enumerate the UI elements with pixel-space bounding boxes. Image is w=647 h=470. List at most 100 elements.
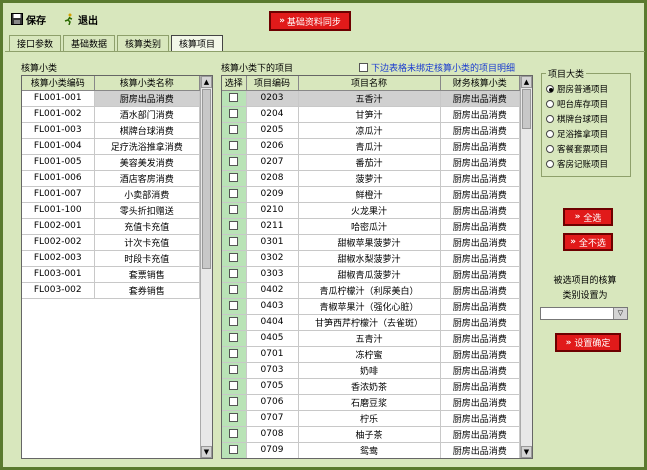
table-row[interactable]: 0402 青瓜柠檬汁（利尿美白） 厨房出品消费 [222,282,520,299]
row-checkbox[interactable] [229,349,239,358]
subcategory-code-cell[interactable]: FL002-001 [22,218,95,235]
item-name-cell[interactable]: 鲜橙汁 [298,186,441,203]
table-row[interactable]: 0209 鲜橙汁 厨房出品消费 [222,186,520,203]
row-checkbox[interactable] [229,221,239,230]
item-name-cell[interactable]: 香浓奶茶 [298,378,441,395]
table-row[interactable]: FL001-005 美容美发消费 [22,154,200,171]
subcategory-code-cell[interactable]: FL002-003 [22,250,95,267]
select-cell[interactable] [222,218,247,235]
select-cell[interactable] [222,330,247,347]
subcategory-name-cell[interactable]: 套票销售 [94,266,200,283]
table-row[interactable]: FL003-002 套券销售 [22,282,200,299]
scroll-thumb[interactable] [522,89,531,129]
item-code-cell[interactable]: 0303 [246,266,299,283]
select-cell[interactable] [222,346,247,363]
table-row[interactable]: 0403 青椒苹果汁（强化心脏） 厨房出品消费 [222,298,520,315]
item-code-cell[interactable]: 0707 [246,410,299,427]
select-cell[interactable] [222,266,247,283]
item-category-cell[interactable]: 厨房出品消费 [440,410,520,427]
tab-accounting-item[interactable]: 核算项目 [171,35,224,51]
subcategory-name-cell[interactable]: 厨房出品消费 [94,90,200,107]
item-code-cell[interactable]: 0706 [246,394,299,411]
item-name-cell[interactable]: 鸳鸯 [298,442,441,458]
select-cell[interactable] [222,106,247,123]
row-checkbox[interactable] [229,429,239,438]
row-checkbox[interactable] [229,413,239,422]
select-cell[interactable] [222,314,247,331]
item-code-cell[interactable]: 0205 [246,122,299,139]
item-name-cell[interactable]: 柚子茶 [298,426,441,443]
sync-button[interactable]: » 基础资料同步 [269,11,351,31]
item-code-cell[interactable]: 0204 [246,106,299,123]
item-code-cell[interactable]: 0301 [246,234,299,251]
table-row[interactable]: FL001-007 小卖部消费 [22,186,200,203]
table-row[interactable]: 0210 火龙果汁 厨房出品消费 [222,202,520,219]
radio-dot[interactable] [546,115,554,123]
subcategory-code-cell[interactable]: FL003-001 [22,266,95,283]
table-row[interactable]: 0701 冻柠蜜 厨房出品消费 [222,346,520,363]
item-name-cell[interactable]: 火龙果汁 [298,202,441,219]
row-checkbox[interactable] [229,93,239,102]
radio-dot[interactable] [546,145,554,153]
item-category-cell[interactable]: 厨房出品消费 [440,378,520,395]
radio-dot[interactable] [546,85,554,93]
scroll-up-icon[interactable]: ▲ [201,76,212,88]
row-checkbox[interactable] [229,333,239,342]
select-cell[interactable] [222,426,247,443]
item-name-cell[interactable]: 甘笋汁 [298,106,441,123]
item-name-cell[interactable]: 凉瓜汁 [298,122,441,139]
select-cell[interactable] [222,250,247,267]
item-code-cell[interactable]: 0208 [246,170,299,187]
exit-button[interactable]: 退出 [63,11,98,27]
subcategory-code-cell[interactable]: FL001-002 [22,106,95,123]
item-category-cell[interactable]: 厨房出品消费 [440,426,520,443]
table-row[interactable]: 0203 五香汁 厨房出品消费 [222,90,520,107]
subcategory-name-cell[interactable]: 足疗洗浴推拿消费 [94,138,200,155]
row-checkbox[interactable] [229,237,239,246]
subcategory-name-cell[interactable]: 套券销售 [94,282,200,299]
item-category-cell[interactable]: 厨房出品消费 [440,186,520,203]
table-row[interactable]: 0705 香浓奶茶 厨房出品消费 [222,378,520,395]
item-name-cell[interactable]: 甘笋西芹柠檬汁（去雀斑） [298,314,441,331]
item-category-cell[interactable]: 厨房出品消费 [440,394,520,411]
radio-room[interactable]: 客房记账项目 [546,158,608,170]
table-row[interactable]: 0303 甜椒青瓜菠萝汁 厨房出品消费 [222,266,520,283]
radio-chess[interactable]: 棋牌台球项目 [546,113,608,125]
subcategory-code-cell[interactable]: FL001-003 [22,122,95,139]
row-checkbox[interactable] [229,269,239,278]
radio-package[interactable]: 客餐套票项目 [546,143,608,155]
item-category-cell[interactable]: 厨房出品消费 [440,202,520,219]
select-cell[interactable] [222,170,247,187]
table-row[interactable]: FL001-001 厨房出品消费 [22,90,200,107]
row-checkbox[interactable] [229,397,239,406]
item-code-cell[interactable]: 0211 [246,218,299,235]
item-code-cell[interactable]: 0206 [246,138,299,155]
table-row[interactable]: 0302 甜椒水梨菠萝汁 厨房出品消费 [222,250,520,267]
select-cell[interactable] [222,282,247,299]
subcategory-name-cell[interactable]: 计次卡充值 [94,234,200,251]
item-category-cell[interactable]: 厨房出品消费 [440,90,520,107]
unbound-checkbox[interactable] [359,63,368,72]
subcategory-name-cell[interactable]: 充值卡充值 [94,218,200,235]
tab-basic-data[interactable]: 基础数据 [63,35,116,51]
select-none-button[interactable]: » 全不选 [563,233,613,251]
confirm-setting-button[interactable]: » 设置确定 [555,333,621,352]
row-checkbox[interactable] [229,285,239,294]
column-header[interactable]: 项目编码 [246,76,299,91]
scroll-down-icon[interactable]: ▼ [521,446,532,458]
table-row[interactable]: 0301 甜椒苹果菠萝汁 厨房出品消费 [222,234,520,251]
category-select[interactable]: ▽ [540,307,628,320]
table-row[interactable]: 0709 鸳鸯 厨房出品消费 [222,442,520,458]
table-row[interactable]: 0204 甘笋汁 厨房出品消费 [222,106,520,123]
table-row[interactable]: 0708 柚子茶 厨房出品消费 [222,426,520,443]
item-category-cell[interactable]: 厨房出品消费 [440,282,520,299]
select-cell[interactable] [222,378,247,395]
item-name-cell[interactable]: 哈密瓜汁 [298,218,441,235]
table-row[interactable]: 0706 石磨豆浆 厨房出品消费 [222,394,520,411]
item-name-cell[interactable]: 石磨豆浆 [298,394,441,411]
item-category-cell[interactable]: 厨房出品消费 [440,346,520,363]
table-row[interactable]: FL001-100 零头折扣赠送 [22,202,200,219]
row-checkbox[interactable] [229,445,239,454]
table-row[interactable]: 0211 哈密瓜汁 厨房出品消费 [222,218,520,235]
table-row[interactable]: 0206 青瓜汁 厨房出品消费 [222,138,520,155]
